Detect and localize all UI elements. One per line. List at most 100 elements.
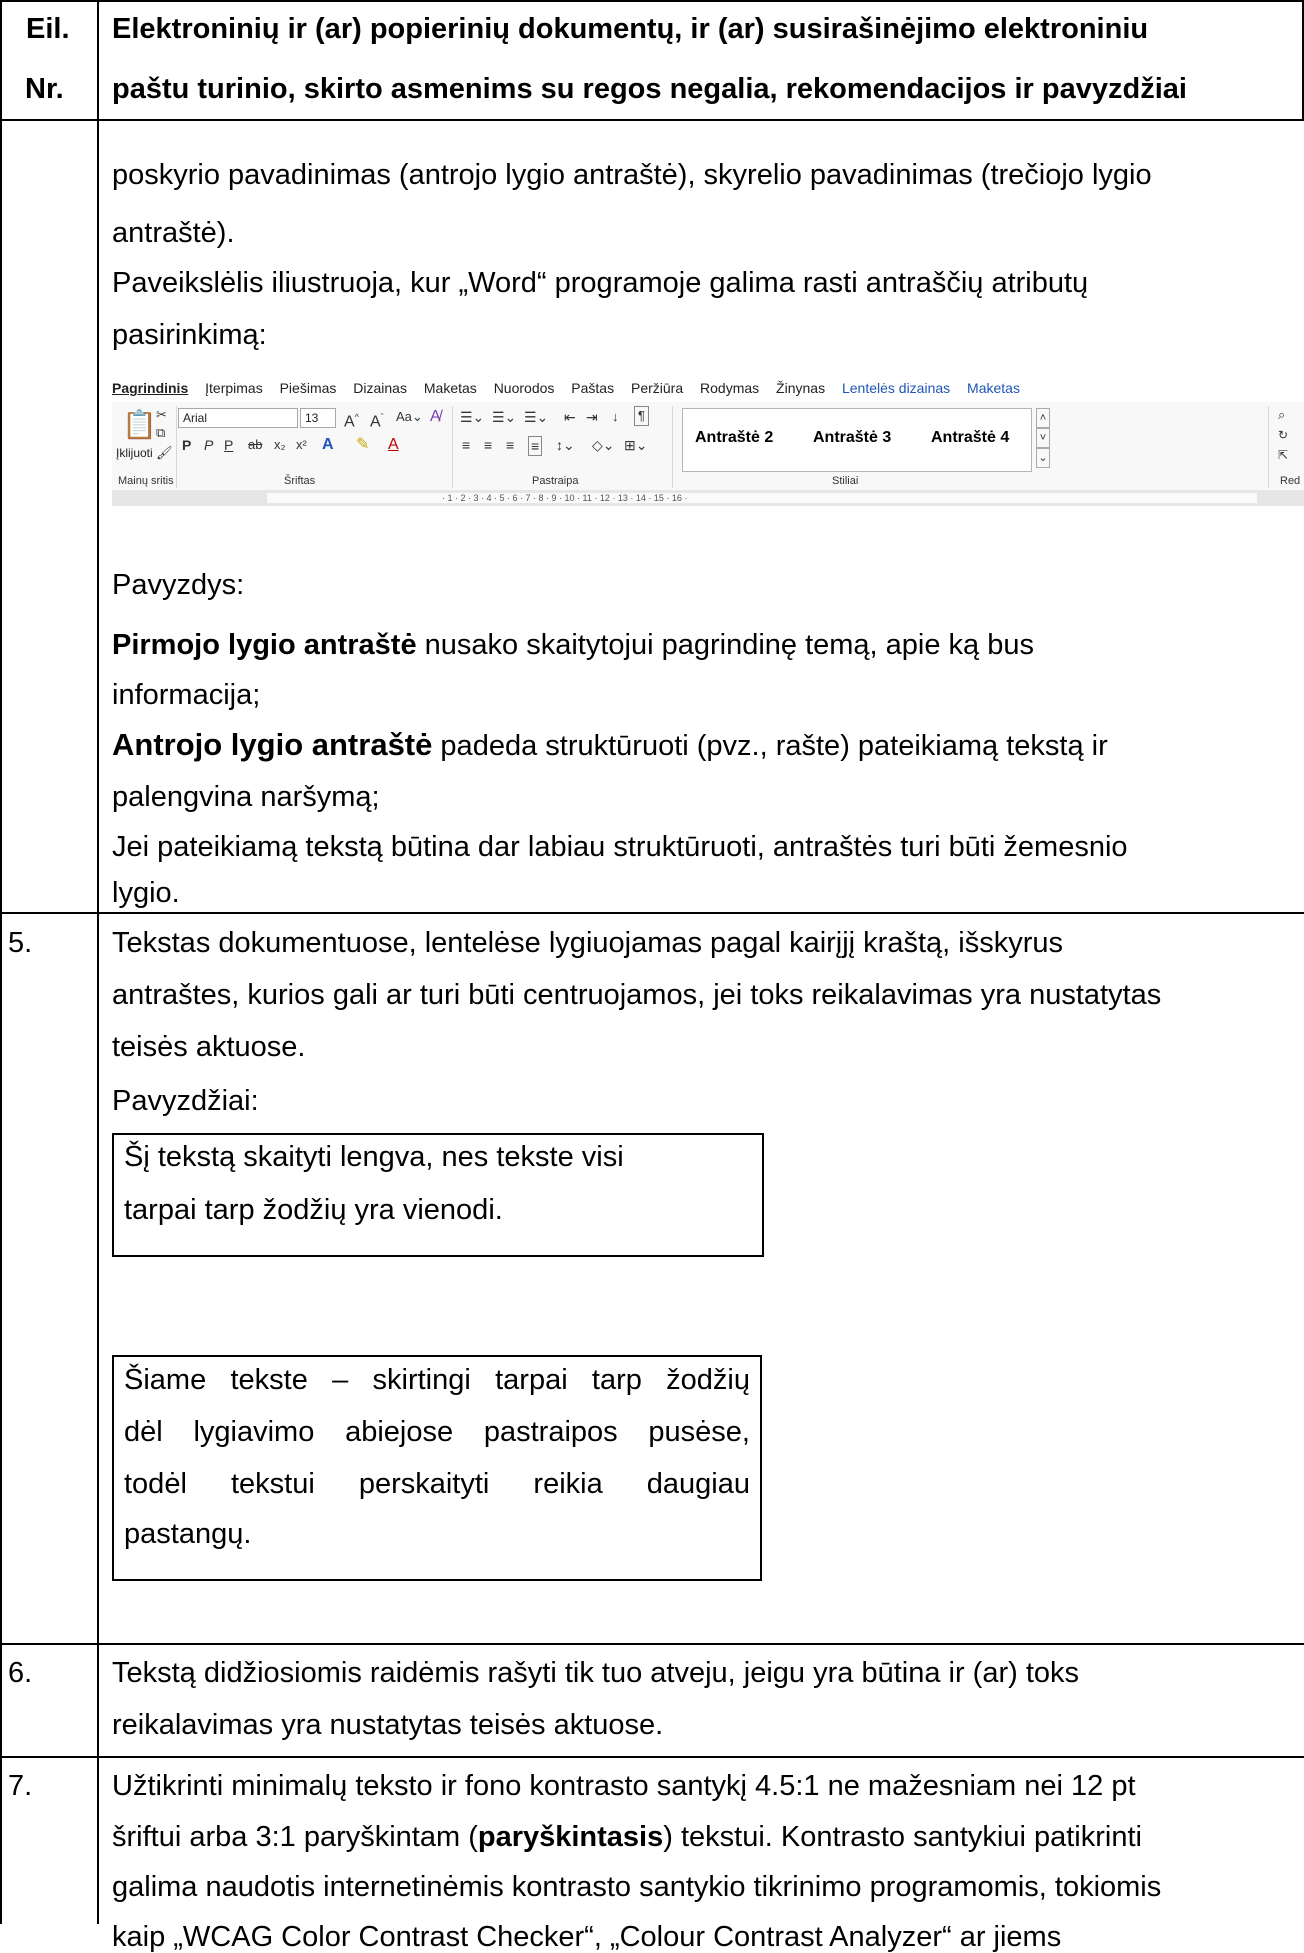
row5-line2: antraštes, kurios gali ar turi būti cent…: [112, 979, 1162, 1011]
justify-icon[interactable]: ≡: [528, 436, 543, 456]
row5-line1: Tekstas dokumentuose, lentelėse lygiuoja…: [112, 927, 1063, 959]
tab-dizainas[interactable]: Dizainas: [353, 380, 407, 396]
font-size-select[interactable]: 13: [300, 408, 336, 428]
tab-maketas[interactable]: Maketas: [424, 380, 477, 396]
grow-font-icon[interactable]: A^: [344, 408, 359, 431]
document-ruler[interactable]: · 1 · 2 · 3 · 4 · 5 · 6 · 7 · 8 · 9 · 10…: [112, 490, 1304, 506]
heading1-bold: Pirmojo lygio antraštė: [112, 629, 417, 661]
row-divider-7: [0, 1756, 1304, 1758]
box2-line2: dėl lygiavimo abiejose pastraipos pusėse…: [124, 1416, 750, 1448]
example-box-justified: Šiame tekste – skirtingi tarpai tarp žod…: [112, 1355, 762, 1581]
align-right-icon[interactable]: ≡: [506, 436, 514, 454]
paste-label[interactable]: Įklijuoti: [116, 446, 153, 460]
table-column-divider: [97, 0, 99, 1924]
format-painter-icon[interactable]: 🖌: [156, 444, 173, 462]
box2-line4: pastangų.: [124, 1518, 252, 1550]
row7-number: 7.: [8, 1770, 33, 1802]
font-name-select[interactable]: Arial: [178, 408, 298, 428]
row5-examples-label: Pavyzdžiai:: [112, 1085, 259, 1117]
header-col1-line2: Nr.: [25, 73, 64, 105]
style-antraste-2[interactable]: Antraštė 2: [695, 429, 773, 447]
group-label-editing: Red: [1280, 475, 1301, 487]
increase-indent-icon[interactable]: ⇥: [586, 408, 598, 426]
example-label: Pavyzdys:: [112, 569, 245, 601]
styles-scroll-down-icon[interactable]: ˅: [1036, 428, 1050, 448]
superscript-icon[interactable]: x²: [296, 436, 307, 454]
header-col2-line2: paštu turinio, skirto asmenims su regos …: [112, 73, 1187, 105]
copy-icon[interactable]: ⧉: [156, 424, 165, 442]
tab-perziura[interactable]: Peržiūra: [631, 380, 683, 396]
change-case-icon[interactable]: Aa⌄: [396, 408, 423, 426]
row6-number: 6.: [8, 1657, 33, 1689]
sort-icon[interactable]: ↓: [612, 408, 619, 426]
row7-line3: galima naudotis internetinėmis kontrasto…: [112, 1871, 1162, 1903]
shrink-font-icon[interactable]: Aˇ: [370, 408, 384, 431]
header-col2-line1: Elektroninių ir (ar) popierinių dokument…: [112, 13, 1149, 45]
styles-scroll-up-icon[interactable]: ˄: [1036, 408, 1050, 428]
style-antraste-3[interactable]: Antraštė 3: [813, 429, 891, 447]
strikethrough-icon[interactable]: ab: [248, 436, 262, 454]
italic-icon[interactable]: P: [204, 436, 213, 454]
heading2-line2: palengvina naršymą;: [112, 781, 380, 813]
heading1-example: Pirmojo lygio antraštė nusako skaitytoju…: [112, 630, 1034, 660]
ruler-ticks: · 1 · 2 · 3 · 4 · 5 · 6 · 7 · 8 · 9 · 10…: [442, 493, 688, 503]
group-label-clipboard: Mainų sritis: [118, 475, 174, 487]
row6-line1: Tekstą didžiosiomis raidėmis rašyti tik …: [112, 1657, 1080, 1689]
numbering-icon[interactable]: ☰⌄: [492, 408, 516, 426]
box1-line1: Šį tekstą skaityti lengva, nes tekste vi…: [124, 1141, 624, 1173]
shading-icon[interactable]: ◇⌄: [592, 436, 615, 454]
heading1-rest: nusako skaitytojui pagrindinę temą, apie…: [416, 629, 1035, 661]
row7-line2-bold: paryškintasis: [477, 1821, 664, 1853]
tab-lentele-maketas[interactable]: Maketas: [967, 380, 1020, 396]
style-antraste-4[interactable]: Antraštė 4: [931, 429, 1009, 447]
multilevel-list-icon[interactable]: ☰⌄: [524, 408, 548, 426]
borders-icon[interactable]: ⊞⌄: [624, 436, 647, 454]
row7-line2-pre: šriftui arba 3:1 paryškintam (: [112, 1821, 478, 1853]
ribbon-body: 📋 ✂ ⧉ 🖌 Įklijuoti Mainų sritis Arial 13 …: [112, 402, 1304, 490]
tab-piesimas[interactable]: Piešimas: [280, 380, 337, 396]
tab-rodymas[interactable]: Rodymas: [700, 380, 759, 396]
tab-pagrindinis[interactable]: Pagrindinis: [112, 380, 188, 396]
row5-line3: teisės aktuose.: [112, 1031, 306, 1063]
header-col1-line1: Eil.: [26, 13, 70, 45]
heading3-line2: lygio.: [112, 877, 180, 909]
align-center-icon[interactable]: ≡: [484, 436, 492, 454]
underline-icon[interactable]: P: [224, 436, 233, 454]
box1-line2: tarpai tarp žodžių yra vienodi.: [124, 1194, 503, 1226]
text-effects-icon[interactable]: A: [322, 436, 334, 454]
line-spacing-icon[interactable]: ↕⌄: [556, 436, 575, 454]
row-cont-line4: pasirinkimą:: [112, 319, 267, 351]
ribbon-tabs: Pagrindinis Įterpimas Piešimas Dizainas …: [112, 380, 1033, 400]
heading2-rest: padeda struktūruoti (pvz., rašte) pateik…: [432, 730, 1108, 762]
align-left-icon[interactable]: ≡: [462, 436, 470, 454]
styles-gallery: Antraštė 2 Antraštė 3 Antraštė 4: [682, 408, 1032, 472]
replace-icon[interactable]: ↻: [1278, 426, 1288, 444]
tab-zinynas[interactable]: Žinynas: [776, 380, 825, 396]
find-icon[interactable]: ⌕: [1278, 406, 1285, 424]
font-color-icon[interactable]: A: [388, 436, 399, 454]
bold-icon[interactable]: P: [182, 436, 191, 454]
subscript-icon[interactable]: x₂: [274, 436, 286, 454]
tab-iterpimas[interactable]: Įterpimas: [205, 380, 263, 396]
word-ribbon-screenshot: Pagrindinis Įterpimas Piešimas Dizainas …: [112, 380, 1304, 508]
row7-line1: Užtikrinti minimalų teksto ir fono kontr…: [112, 1770, 1136, 1802]
paste-icon[interactable]: 📋: [122, 410, 157, 440]
tab-pastas[interactable]: Paštas: [571, 380, 614, 396]
show-marks-icon[interactable]: ¶: [634, 406, 649, 426]
row7-line4: kaip „WCAG Color Contrast Checker“, „Col…: [112, 1921, 1062, 1953]
tab-nuorodos[interactable]: Nuorodos: [494, 380, 555, 396]
ribbon-separator: [452, 406, 453, 488]
clear-formatting-icon[interactable]: A̸: [430, 408, 441, 426]
cut-icon[interactable]: ✂: [156, 406, 167, 424]
decrease-indent-icon[interactable]: ⇤: [564, 408, 576, 426]
heading3-line1: Jei pateikiamą tekstą būtina dar labiau …: [112, 831, 1128, 863]
styles-more-icon[interactable]: ⌄: [1036, 448, 1050, 468]
select-icon[interactable]: ⇱: [1278, 446, 1288, 464]
bullets-icon[interactable]: ☰⌄: [460, 408, 484, 426]
tab-lenteles-dizainas[interactable]: Lentelės dizainas: [842, 380, 950, 396]
example-box-left-aligned: Šį tekstą skaityti lengva, nes tekste vi…: [112, 1133, 764, 1257]
heading2-example: Antrojo lygio antraštė padeda struktūruo…: [112, 729, 1108, 762]
ribbon-separator: [1268, 406, 1269, 488]
highlight-icon[interactable]: ✎: [356, 436, 369, 454]
row6-line2: reikalavimas yra nustatytas teisės aktuo…: [112, 1709, 664, 1741]
